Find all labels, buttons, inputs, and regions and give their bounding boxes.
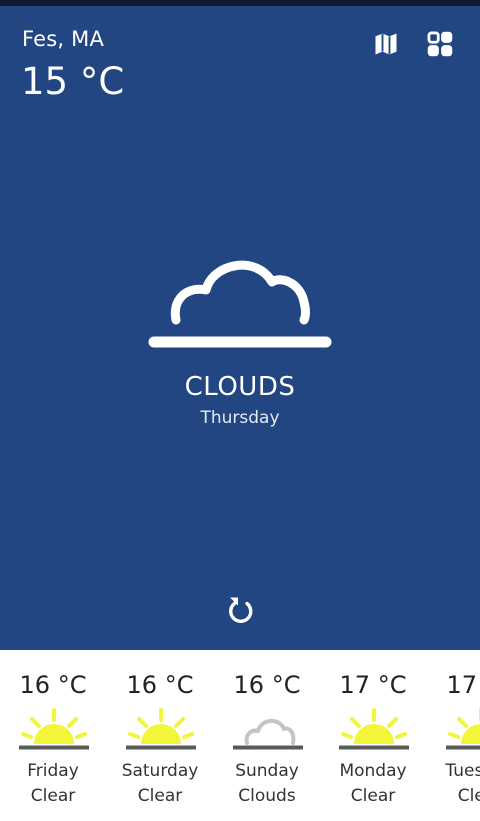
grid-button[interactable]	[424, 28, 456, 60]
forecast-temp: 16 °C	[126, 671, 194, 699]
forecast-item-saturday[interactable]: 16 °C Saturday Clear	[110, 650, 210, 821]
forecast-item-friday[interactable]: 16 °C Friday Clear	[3, 650, 103, 821]
sun-icon	[126, 708, 196, 750]
forecast-day: Saturday	[121, 761, 199, 781]
city-name: Fes, MA	[22, 27, 105, 51]
forecast-item-monday[interactable]: 17 °C Monday Clear	[323, 650, 423, 821]
forecast-temp: 16 °C	[233, 671, 301, 699]
forecast-temp: 16 °C	[19, 671, 87, 699]
map-button[interactable]	[370, 28, 402, 60]
forecast-condition: Clear	[30, 786, 76, 806]
forecast-temp: 17 °C	[339, 671, 407, 699]
sun-icon	[19, 708, 89, 750]
forecast-item-tuesday[interactable]: 17 °C Tuesday Clear	[430, 650, 480, 821]
forecast-condition: Clear	[457, 786, 480, 806]
current-condition: CLOUDS	[184, 372, 296, 402]
forecast-day: Sunday	[235, 761, 299, 781]
forecast-condition: Clear	[350, 786, 396, 806]
refresh-button[interactable]	[223, 592, 257, 628]
current-day: Thursday	[200, 408, 280, 428]
forecast-condition: Clear	[137, 786, 183, 806]
current-temperature: 15 °C	[21, 60, 125, 103]
forecast-temp: 17 °C	[446, 671, 480, 699]
cloud-icon	[233, 719, 303, 750]
current-weather-panel: Fes, MA 15 °C CLOUDS Thursday	[0, 6, 480, 650]
map-icon	[375, 33, 397, 55]
sun-icon	[446, 708, 480, 750]
cloud-icon	[148, 260, 332, 348]
forecast-condition: Clouds	[238, 786, 296, 806]
sun-icon	[339, 708, 409, 750]
grid-icon	[427, 31, 453, 57]
forecast-day: Monday	[339, 761, 407, 781]
forecast-day: Friday	[27, 761, 79, 781]
forecast-item-sunday[interactable]: 16 °C Sunday Clouds	[217, 650, 317, 821]
forecast-strip[interactable]: 16 °C Friday Clear 16 °C Saturday Clear …	[0, 650, 480, 821]
forecast-day: Tuesday	[445, 761, 480, 781]
refresh-icon	[229, 597, 253, 623]
